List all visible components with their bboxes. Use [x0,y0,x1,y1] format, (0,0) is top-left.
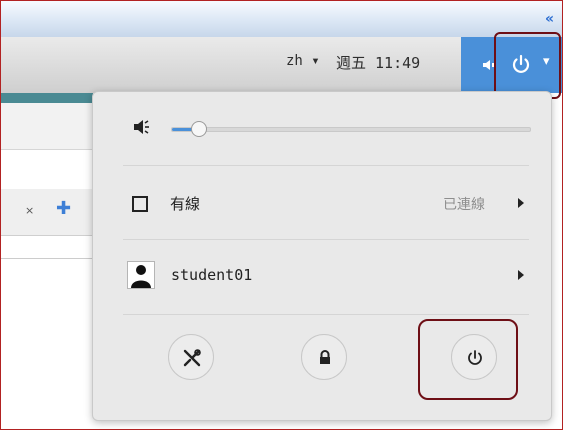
separator [123,165,529,166]
close-tab-icon[interactable]: × [25,204,34,217]
settings-button[interactable] [168,334,214,380]
background-window: × ✚ [1,103,93,429]
desktop-background [1,93,93,103]
network-wired-icon [132,196,148,212]
gnome-top-bar: zh ▾ 週五 11:49 ▾ [1,37,562,93]
lock-button[interactable] [301,334,347,380]
wired-label: 有線 [170,195,201,213]
submenu-arrow-icon [518,198,524,208]
add-tab-icon[interactable]: ✚ [56,198,71,219]
top-strip: « [1,1,562,37]
volume-slider-handle[interactable] [191,121,207,137]
submenu-arrow-icon [518,270,524,280]
user-name: student01 [171,266,253,284]
avatar-icon [127,261,155,289]
screenshot-frame: « zh ▾ 週五 11:49 ▾ × ✚ 有線 已連線 student01 [0,0,563,430]
separator [123,239,529,240]
annotation-highlight-bottom [418,319,518,400]
input-language-indicator[interactable]: zh ▾ [286,53,320,69]
collapse-icon[interactable]: « [545,11,554,27]
volume-slider-fill [172,128,193,131]
annotation-highlight-top [494,32,561,99]
wired-status: 已連線 [443,197,485,213]
speaker-icon [134,120,149,134]
separator [123,314,529,315]
clock[interactable]: 週五 11:49 [336,52,420,73]
lock-icon [320,350,330,364]
volume-slider[interactable] [171,121,531,137]
window-header [1,103,93,150]
divider [1,258,93,259]
tools-icon [183,349,201,367]
tab-bar [1,189,93,236]
